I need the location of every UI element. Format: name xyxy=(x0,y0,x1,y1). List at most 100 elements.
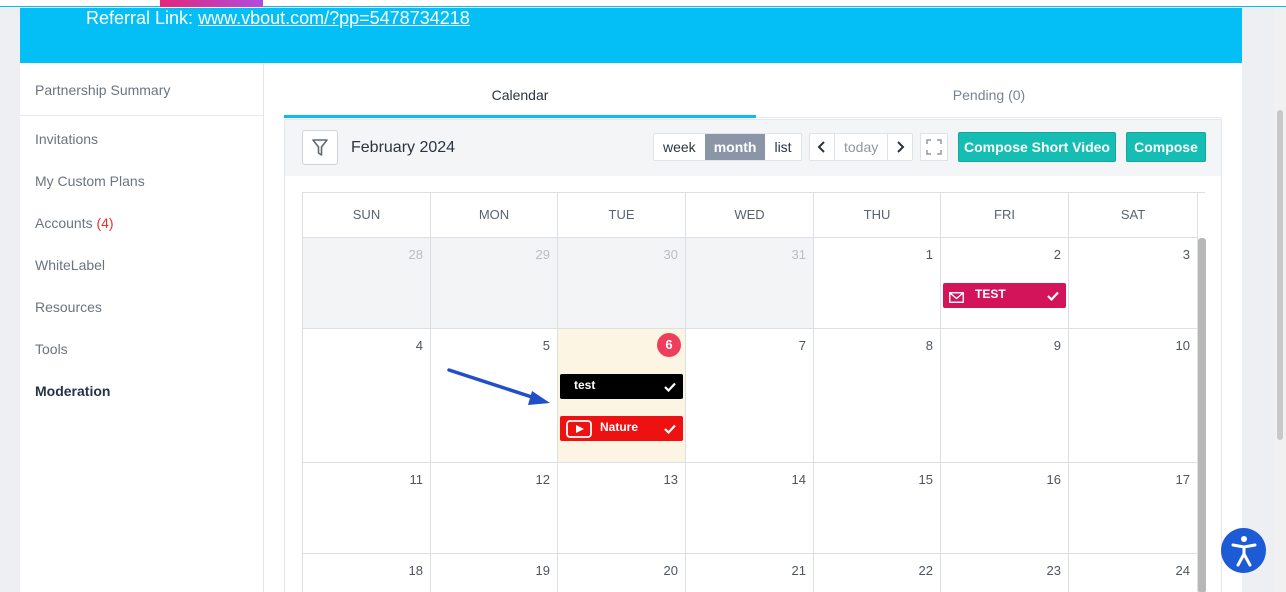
checkmark-icon xyxy=(664,378,676,399)
tab-pending[interactable]: Pending (0) xyxy=(756,63,1222,118)
day-number: 11 xyxy=(409,472,424,487)
day-cell[interactable]: 3 xyxy=(1069,238,1198,329)
day-number: 12 xyxy=(535,472,550,487)
day-number: 3 xyxy=(1182,247,1190,262)
day-number: 10 xyxy=(1175,338,1190,353)
day-cell[interactable]: 10 xyxy=(1069,329,1198,463)
accessibility-button[interactable] xyxy=(1221,528,1266,573)
event-test[interactable]: test xyxy=(560,374,683,399)
weekday-header: SAT xyxy=(1069,193,1198,238)
next-button[interactable] xyxy=(888,134,912,160)
sidebar-item-partnership-summary[interactable]: Partnership Summary xyxy=(35,82,170,98)
day-cell[interactable]: 1 xyxy=(814,238,941,329)
day-cell[interactable]: 13 xyxy=(558,463,686,554)
today-badge: 6 xyxy=(657,333,681,357)
day-cell[interactable]: 22 xyxy=(814,554,941,592)
sidebar-item-accounts-label: Accounts xyxy=(35,215,93,231)
weekday-header: TUE xyxy=(558,193,686,238)
day-number: 9 xyxy=(1053,338,1061,353)
day-cell[interactable]: 9 xyxy=(941,329,1069,463)
referral-label: Referral Link: xyxy=(86,8,194,28)
day-number: 7 xyxy=(798,338,806,353)
weekday-header: FRI xyxy=(941,193,1069,238)
day-number: 2 xyxy=(1053,247,1061,262)
day-number: 15 xyxy=(918,472,933,487)
day-cell[interactable]: 24 xyxy=(1069,554,1198,592)
email-icon xyxy=(949,289,964,310)
day-cell[interactable]: 8 xyxy=(814,329,941,463)
weekday-header: THU xyxy=(814,193,941,238)
fullscreen-button[interactable] xyxy=(920,133,948,161)
day-cell[interactable]: 18 xyxy=(303,554,431,592)
compose-short-video-button[interactable]: Compose Short Video xyxy=(958,132,1116,162)
event-title: TEST xyxy=(975,287,1006,301)
day-cell[interactable]: 17 xyxy=(1069,463,1198,554)
day-cell[interactable]: 12 xyxy=(431,463,558,554)
view-switcher: week month list xyxy=(653,133,802,161)
sidebar-item-tools[interactable]: Tools xyxy=(35,341,68,357)
main-panel: Calendar Pending (0) February 2024 week … xyxy=(264,63,1242,592)
sidebar-item-accounts[interactable]: Accounts (4) xyxy=(35,215,114,231)
calendar-grid-area: SUN MON TUE WED THU FRI SAT 28 29 30 31 1 2 3 4 5 6 7 8 9 10… xyxy=(285,176,1221,592)
day-cell[interactable]: 7 xyxy=(686,329,814,463)
weekday-header: MON xyxy=(431,193,558,238)
sidebar-item-my-custom-plans[interactable]: My Custom Plans xyxy=(35,173,145,189)
event-nature[interactable]: Nature xyxy=(560,416,683,441)
day-number: 5 xyxy=(542,338,550,353)
prev-button[interactable] xyxy=(810,134,834,160)
calendar-toolbar: February 2024 week month list today Comp… xyxy=(285,120,1221,176)
day-cell[interactable]: 28 xyxy=(303,238,431,329)
weekday-header: WED xyxy=(686,193,814,238)
referral-text: Referral Link: www.vbout.com/?pp=5478734… xyxy=(86,8,470,29)
day-cell[interactable]: 4 xyxy=(303,329,431,463)
day-cell[interactable]: 20 xyxy=(558,554,686,592)
day-cell[interactable]: 19 xyxy=(431,554,558,592)
view-month-button[interactable]: month xyxy=(704,134,766,160)
day-cell[interactable]: 30 xyxy=(558,238,686,329)
filter-icon xyxy=(312,138,328,156)
day-number: 13 xyxy=(663,472,678,487)
chevron-left-icon xyxy=(817,141,825,153)
sidebar-item-invitations[interactable]: Invitations xyxy=(35,131,98,147)
sidebar-item-moderation[interactable]: Moderation xyxy=(35,383,110,399)
day-cell[interactable]: 21 xyxy=(686,554,814,592)
sidebar-item-resources[interactable]: Resources xyxy=(35,299,102,315)
sidebar: Partnership Summary Invitations My Custo… xyxy=(20,63,264,592)
annotation-arrow xyxy=(447,368,550,405)
date-navigation: today xyxy=(809,133,914,161)
day-number: 1 xyxy=(925,247,933,262)
day-number: 28 xyxy=(408,247,423,262)
day-number: 4 xyxy=(415,338,423,353)
day-number: 23 xyxy=(1046,563,1061,578)
day-number: 22 xyxy=(918,563,933,578)
day-cell[interactable]: 16 xyxy=(941,463,1069,554)
day-number: 18 xyxy=(408,563,423,578)
top-accent-bar xyxy=(160,0,263,7)
day-number: 30 xyxy=(663,247,678,262)
day-cell[interactable]: 11 xyxy=(303,463,431,554)
sidebar-item-whitelabel[interactable]: WhiteLabel xyxy=(35,257,105,273)
sidebar-divider xyxy=(20,115,263,116)
view-week-button[interactable]: week xyxy=(654,134,705,160)
day-cell[interactable]: 29 xyxy=(431,238,558,329)
event-test[interactable]: TEST xyxy=(943,283,1066,308)
day-cell[interactable]: 23 xyxy=(941,554,1069,592)
day-number: 19 xyxy=(535,563,550,578)
view-list-button[interactable]: list xyxy=(765,134,801,160)
month-grid: SUN MON TUE WED THU FRI SAT 28 29 30 31 1 2 3 4 5 6 7 8 9 10… xyxy=(302,192,1206,592)
referral-banner: Referral Link: www.vbout.com/?pp=5478734… xyxy=(20,8,1242,63)
day-number: 24 xyxy=(1175,563,1190,578)
tab-calendar[interactable]: Calendar xyxy=(284,63,756,118)
day-cell[interactable]: 14 xyxy=(686,463,814,554)
day-number: 8 xyxy=(925,338,933,353)
calendar-scrollbar[interactable] xyxy=(1198,238,1206,592)
page-scrollbar-thumb[interactable] xyxy=(1277,110,1283,440)
day-number: 20 xyxy=(663,563,678,578)
referral-link[interactable]: www.vbout.com/?pp=5478734218 xyxy=(198,8,470,28)
compose-button[interactable]: Compose xyxy=(1126,132,1206,162)
youtube-icon xyxy=(566,420,592,445)
day-cell[interactable]: 15 xyxy=(814,463,941,554)
today-button[interactable]: today xyxy=(834,134,889,160)
day-cell[interactable]: 31 xyxy=(686,238,814,329)
filter-button[interactable] xyxy=(302,130,338,165)
